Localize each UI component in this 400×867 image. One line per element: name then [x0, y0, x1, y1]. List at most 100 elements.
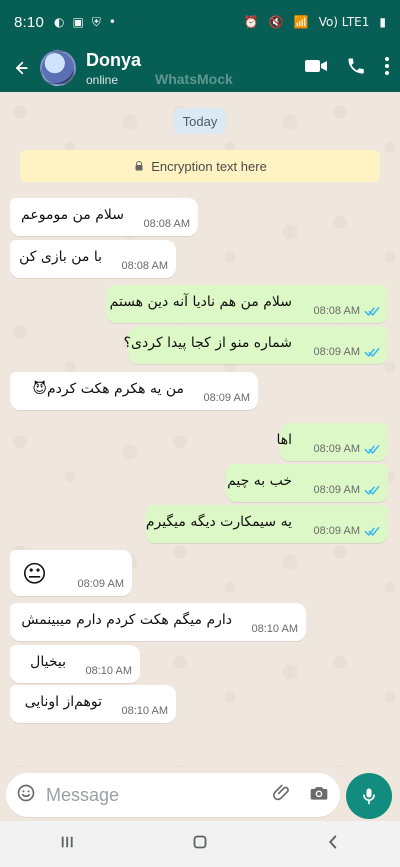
message-placeholder: Message	[46, 784, 120, 805]
message-time: 08:10 AM	[85, 665, 132, 677]
message-meta: 08:08 AM	[314, 305, 380, 317]
message-text: با من بازی کن	[19, 249, 102, 265]
status-bar: 8:10 ◐ ▣ ⛨ • ⏰ 🔇 📶 Vo) LTE1 ▮	[0, 0, 400, 44]
home-icon	[193, 835, 207, 849]
video-call-button[interactable]	[304, 57, 328, 79]
message-time: 08:09 AM	[313, 346, 360, 358]
message-text: دارم میگم هکت کردم دارم میبینمش	[21, 612, 232, 628]
message-meta: 08:09 AM	[314, 443, 380, 455]
message-meta: 08:09 AM	[78, 578, 124, 590]
message-text: شماره منو از کجا پیدا کردی؟	[123, 335, 292, 351]
message-time: 08:08 AM	[143, 218, 190, 230]
chevron-left-icon	[329, 835, 337, 849]
message-meta: 08:09 AM	[204, 392, 250, 404]
contact-presence: online	[86, 72, 119, 87]
message-bubble[interactable]: شماره منو از کجا پیدا کردی؟ 08:09 AM	[124, 326, 388, 364]
message-time: 08:10 AM	[121, 705, 168, 717]
alarm-icon: ⏰	[243, 15, 259, 29]
microphone-icon	[363, 788, 375, 805]
message-time: 08:09 AM	[313, 484, 360, 496]
message-bubble[interactable]: توهم‌از اونایی 08:10 AM	[10, 685, 176, 723]
emoji-icon	[17, 784, 35, 802]
message-bubble[interactable]: سلام من هم نادیا آنه دین هستم 08:08 AM	[106, 285, 388, 323]
message-time: 08:10 AM	[251, 623, 298, 635]
message-meta: 08:09 AM	[314, 484, 380, 496]
message-bubble[interactable]: بیخیال 08:10 AM	[10, 645, 140, 683]
read-ticks-icon	[364, 306, 380, 316]
message-text: 😈من یه هکرم هکت کردم	[32, 381, 184, 397]
header-actions	[304, 56, 390, 80]
message-bubble[interactable]: یه سیمکارت دیگه میگیرم 08:09 AM	[146, 505, 388, 543]
read-ticks-icon	[364, 526, 380, 536]
video-camera-icon	[305, 60, 327, 72]
message-composer: Message	[0, 767, 400, 821]
phone-icon	[348, 58, 364, 74]
message-input-field[interactable]: Message	[6, 773, 340, 817]
message-text: خب به چیم	[227, 473, 292, 489]
composer-actions	[272, 783, 330, 807]
read-ticks-icon	[364, 347, 380, 357]
message-bubble[interactable]: سلام من مومو‌عم 08:08 AM	[10, 198, 198, 236]
message-time: 08:08 AM	[313, 305, 360, 317]
chat-area: Today Encryption text here سلام من مومو‌…	[0, 92, 400, 767]
notification-icon: ◐	[54, 15, 65, 29]
message-bubble[interactable]: با من بازی کن 08:08 AM	[10, 240, 176, 278]
message-time: 08:08 AM	[121, 260, 168, 272]
message-meta: 08:09 AM	[314, 525, 380, 537]
contact-info[interactable]: Donya online	[86, 50, 141, 87]
message-text: بیخیال	[30, 654, 66, 670]
status-right: ⏰ 🔇 📶 Vo) LTE1 ▮	[244, 15, 386, 29]
recent-apps-button[interactable]	[56, 833, 78, 855]
dot-icon: •	[108, 15, 116, 29]
home-button[interactable]	[189, 831, 211, 857]
message-bubble[interactable]: دارم میگم هکت کردم دارم میبینمش 08:10 AM	[10, 603, 306, 641]
message-meta: 08:10 AM	[122, 705, 168, 717]
message-meta: 08:10 AM	[86, 665, 132, 677]
mute-icon: 🔇	[268, 15, 284, 29]
voice-call-button[interactable]	[346, 56, 366, 80]
message-meta: 08:08 AM	[144, 218, 190, 230]
attach-button[interactable]	[272, 783, 292, 807]
voice-message-button[interactable]	[346, 773, 392, 819]
battery-icon: ▮	[379, 15, 386, 29]
watermark: WhatsMock	[155, 71, 233, 87]
message-meta: 08:10 AM	[252, 623, 298, 635]
more-vertical-icon	[385, 57, 389, 75]
message-text: 😐	[22, 560, 48, 588]
read-ticks-icon	[364, 444, 380, 454]
message-time: 08:09 AM	[313, 525, 360, 537]
message-time: 08:09 AM	[313, 443, 360, 455]
camera-button[interactable]	[308, 783, 330, 807]
contact-name: Donya	[86, 49, 142, 70]
emoji-button[interactable]	[16, 783, 36, 807]
back-nav-button[interactable]	[322, 831, 344, 857]
system-nav-bar	[0, 821, 400, 867]
encryption-notice: Encryption text here	[20, 150, 380, 182]
recent-apps-icon	[61, 836, 73, 848]
network-label: Vo) LTE1	[318, 15, 370, 29]
lock-icon	[135, 161, 143, 171]
back-button[interactable]	[10, 58, 30, 78]
more-menu-button[interactable]	[384, 56, 390, 80]
message-bubble[interactable]: خب به چیم 08:09 AM	[226, 464, 388, 502]
message-text: یه سیمکارت دیگه میگیرم	[145, 514, 292, 530]
image-icon: ▣	[72, 15, 84, 29]
avatar[interactable]	[40, 50, 76, 86]
top-bar: 8:10 ◐ ▣ ⛨ • ⏰ 🔇 📶 Vo) LTE1 ▮ Donya onli…	[0, 0, 400, 92]
read-ticks-icon	[364, 485, 380, 495]
encryption-text: Encryption text here	[151, 158, 267, 174]
message-time: 08:09 AM	[203, 392, 250, 404]
wifi-icon: 📶	[293, 15, 309, 29]
message-time: 08:09 AM	[77, 578, 124, 590]
paperclip-icon	[272, 784, 289, 801]
status-time: 8:10	[14, 13, 44, 31]
message-bubble[interactable]: 😐 08:09 AM	[10, 550, 132, 596]
message-text: اها	[276, 432, 292, 448]
message-bubble[interactable]: اها 08:09 AM	[276, 423, 388, 461]
message-text: سلام من مومو‌عم	[21, 207, 124, 223]
message-meta: 08:09 AM	[314, 346, 380, 358]
shield-icon: ⛨	[91, 14, 101, 29]
camera-icon	[310, 787, 328, 800]
status-icons: ◐ ▣ ⛨ •	[54, 15, 116, 30]
message-bubble[interactable]: 😈من یه هکرم هکت کردم 08:09 AM	[10, 372, 258, 410]
